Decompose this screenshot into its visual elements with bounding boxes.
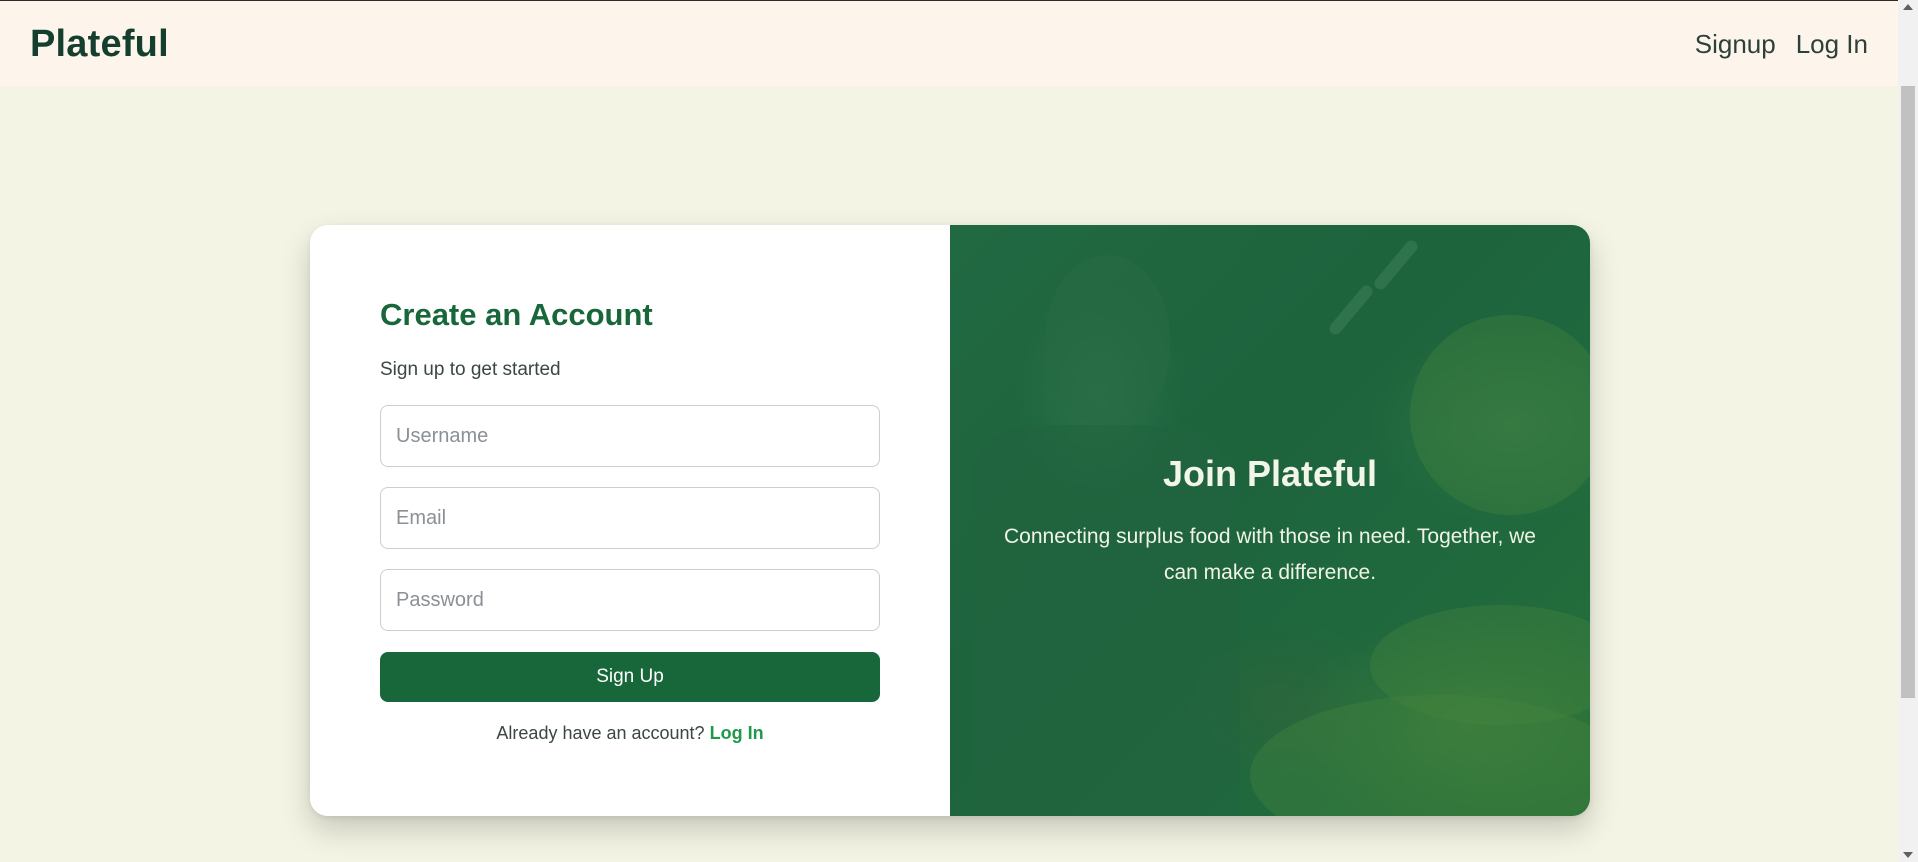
nav-signup-link[interactable]: Signup <box>1695 29 1776 60</box>
login-prompt-text: Already have an account? <box>496 723 705 743</box>
nav-links: Signup Log In <box>1695 29 1868 60</box>
promo-image-panel: Join Plateful Connecting surplus food wi… <box>950 225 1590 816</box>
form-subtitle: Sign up to get started <box>380 359 561 380</box>
signup-form-panel: Create an Account Sign up to get started… <box>310 225 950 816</box>
page-scrollbar[interactable] <box>1898 0 1918 862</box>
scroll-down-icon[interactable] <box>1903 852 1913 858</box>
login-prompt: Already have an account? Log In <box>380 723 880 744</box>
password-input[interactable] <box>380 569 880 631</box>
brand-logo[interactable]: Plateful <box>30 23 169 66</box>
promo-title: Join Plateful <box>1162 453 1378 494</box>
form-title: Create an Account <box>380 297 653 332</box>
promo-text: Connecting surplus food with those in ne… <box>1004 525 1536 584</box>
login-link[interactable]: Log In <box>710 723 764 743</box>
sign-up-button[interactable]: Sign Up <box>380 652 880 702</box>
username-input[interactable] <box>380 405 880 467</box>
scroll-up-icon[interactable] <box>1903 4 1913 10</box>
email-input[interactable] <box>380 487 880 549</box>
navbar: Plateful Signup Log In <box>0 1 1898 86</box>
nav-login-link[interactable]: Log In <box>1796 29 1868 60</box>
scrollbar-thumb[interactable] <box>1901 86 1915 698</box>
signup-card: Create an Account Sign up to get started… <box>310 225 1590 816</box>
